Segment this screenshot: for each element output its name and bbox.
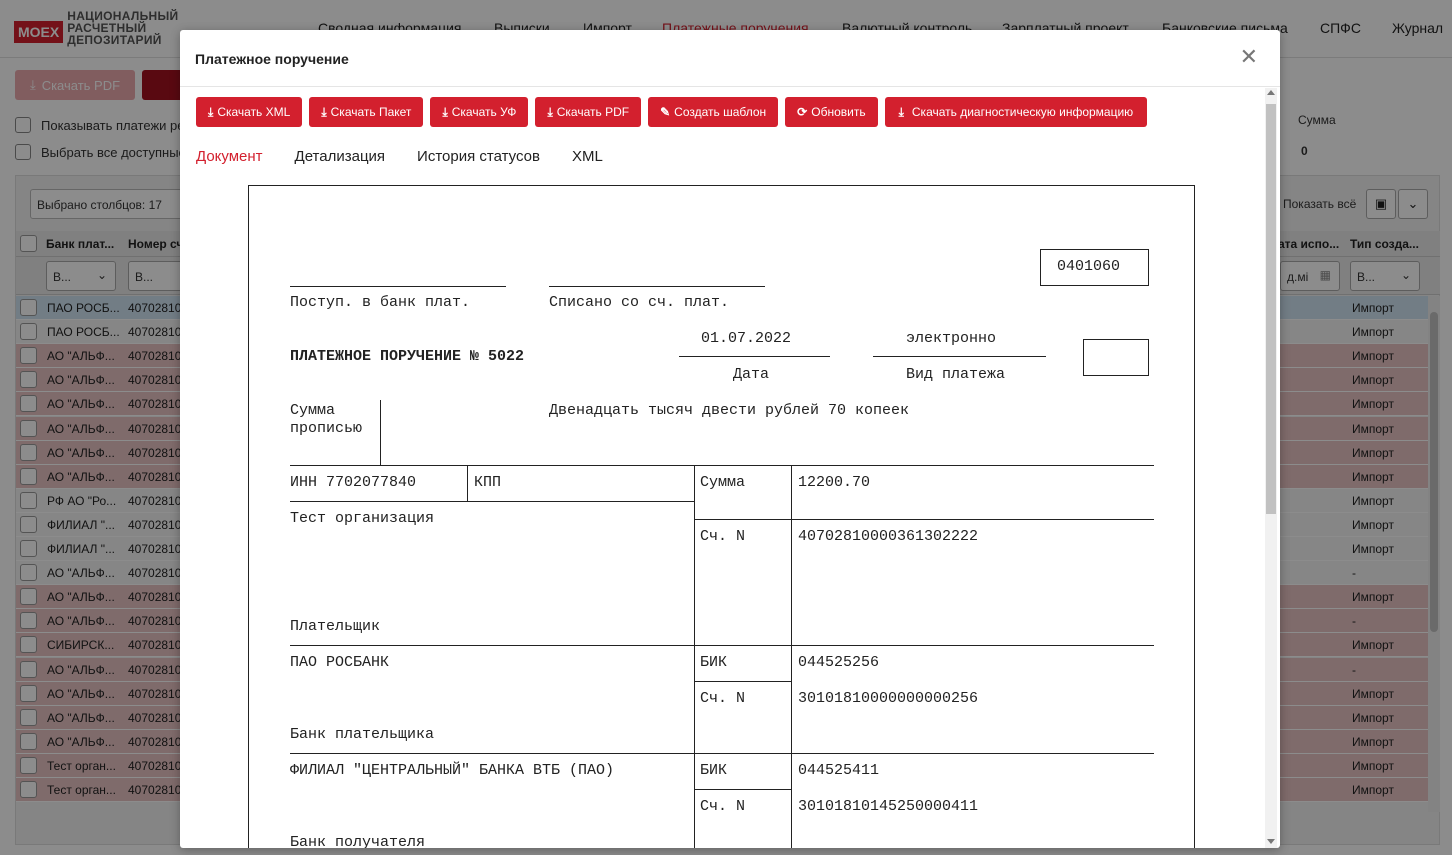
tab-document[interactable]: Документ <box>196 148 263 165</box>
document-date: 01.07.2022 <box>701 330 792 347</box>
modal-scrollbar-thumb[interactable] <box>1266 104 1276 514</box>
payer-account-label: Сч. N <box>700 528 746 545</box>
modal-scrollbar[interactable] <box>1265 88 1277 848</box>
recipient-bik-line <box>694 789 791 790</box>
date-label: Дата <box>733 366 770 383</box>
payment-order-document: 0401060 Поступ. в банк плат. Списано со … <box>248 185 1195 848</box>
download-icon: ⤓ <box>442 104 448 119</box>
modal-title: Платежное поручение <box>195 51 349 67</box>
payer-label: Плательщик <box>290 618 381 635</box>
download-xml-button[interactable]: ⤓ Скачать XML <box>196 97 303 127</box>
main-divider-left <box>694 465 695 848</box>
payer-bank-corr-label: Сч. N <box>700 690 746 707</box>
sum-words-value: Двенадцать тысяч двести рублей 70 копеек <box>549 402 910 419</box>
sum-words-line <box>290 465 1154 466</box>
scroll-down-icon[interactable] <box>1267 839 1275 844</box>
download-uf-label: Скачать УФ <box>451 105 517 119</box>
payer-bik: 044525256 <box>798 654 880 671</box>
payer-bank-line <box>290 753 1154 754</box>
recipient-bank-corr: 30101810145250000411 <box>798 798 979 815</box>
document-title: ПЛАТЕЖНОЕ ПОРУЧЕНИЕ № 5022 <box>290 348 525 365</box>
received-line <box>290 286 506 287</box>
tab-status-history[interactable]: История статусов <box>417 148 540 165</box>
payer-bik-label: БИК <box>700 654 728 671</box>
sum-words-label-2: прописью <box>290 420 363 437</box>
inn-line <box>290 501 695 502</box>
sum-value: 12200.70 <box>798 474 871 491</box>
sum-words-divider <box>380 400 381 466</box>
pencil-icon: ✎ <box>660 105 671 119</box>
payer-bik-line <box>694 681 791 682</box>
download-xml-label: Скачать XML <box>217 105 291 119</box>
sum-line <box>694 519 1154 520</box>
download-icon: ⤓ <box>321 104 327 119</box>
received-label: Поступ. в банк плат. <box>290 294 471 311</box>
form-code: 0401060 <box>1057 258 1121 275</box>
sum-label: Сумма <box>700 474 746 491</box>
modal-header: Платежное поручение ✕ <box>180 30 1280 87</box>
inn-kpp-divider <box>467 465 468 501</box>
download-diagnostics-button[interactable]: ⤓ Скачать диагностическую информацию <box>884 97 1148 127</box>
payment-order-modal: Платежное поручение ✕ ⤓ Скачать XML ⤓ Скач… <box>180 30 1280 848</box>
create-template-label: Создать шаблон <box>674 105 767 119</box>
download-icon: ⤓ <box>208 104 214 119</box>
refresh-icon: ⟳ <box>797 105 808 119</box>
main-divider-right <box>791 465 792 848</box>
payer-inn: ИНН 7702077840 <box>290 474 417 491</box>
sum-words-label: Сумма <box>290 402 336 419</box>
download-diagnostics-label: Скачать диагностическую информацию <box>911 105 1134 119</box>
payer-bank-name: ПАО РОСБАНК <box>290 654 390 671</box>
debited-line <box>549 286 765 287</box>
payment-priority-box <box>1083 339 1149 376</box>
modal-tabs: Документ Детализация История статусов XM… <box>196 148 635 165</box>
payer-kpp: КПП <box>474 474 502 491</box>
payer-name: Тест организация <box>290 510 435 527</box>
scroll-up-icon[interactable] <box>1267 90 1275 95</box>
payment-type-value: электронно <box>906 330 997 347</box>
close-icon[interactable]: ✕ <box>1240 46 1258 68</box>
payer-bank-corr: 30101810000000000256 <box>798 690 979 707</box>
tab-xml[interactable]: XML <box>572 148 603 165</box>
date-line <box>679 356 830 357</box>
download-icon: ⤓ <box>547 104 553 119</box>
recipient-bank-label: Банк получателя <box>290 834 426 848</box>
payment-type-line <box>873 356 1046 357</box>
download-pdf-label: Скачать PDF <box>556 105 630 119</box>
payment-type-label: Вид платежа <box>906 366 1006 383</box>
download-icon: ⤓ <box>898 104 904 119</box>
recipient-bik-label: БИК <box>700 762 728 779</box>
recipient-bank-name: ФИЛИАЛ "ЦЕНТРАЛЬНЫЙ" БАНКА ВТБ (ПАО) <box>290 762 615 779</box>
modal-body: ⤓ Скачать XML ⤓ Скачать Пакет ⤓ Скачать УФ … <box>180 88 1280 848</box>
create-template-button[interactable]: ✎ Создать шаблон <box>648 97 779 127</box>
refresh-button[interactable]: ⟳ Обновить <box>785 97 878 127</box>
download-pdf-button[interactable]: ⤓ Скачать PDF <box>535 97 642 127</box>
tab-details[interactable]: Детализация <box>295 148 386 165</box>
download-package-label: Скачать Пакет <box>330 105 412 119</box>
download-uf-button[interactable]: ⤓ Скачать УФ <box>430 97 529 127</box>
refresh-label: Обновить <box>811 105 866 119</box>
download-package-button[interactable]: ⤓ Скачать Пакет <box>309 97 424 127</box>
recipient-bik: 044525411 <box>798 762 880 779</box>
modal-toolbar: ⤓ Скачать XML ⤓ Скачать Пакет ⤓ Скачать УФ … <box>196 97 1154 127</box>
payer-account: 40702810000361302222 <box>798 528 979 545</box>
recipient-bank-corr-label: Сч. N <box>700 798 746 815</box>
debited-label: Списано со сч. плат. <box>549 294 730 311</box>
payer-line <box>290 645 1154 646</box>
payer-bank-label: Банк плательщика <box>290 726 435 743</box>
